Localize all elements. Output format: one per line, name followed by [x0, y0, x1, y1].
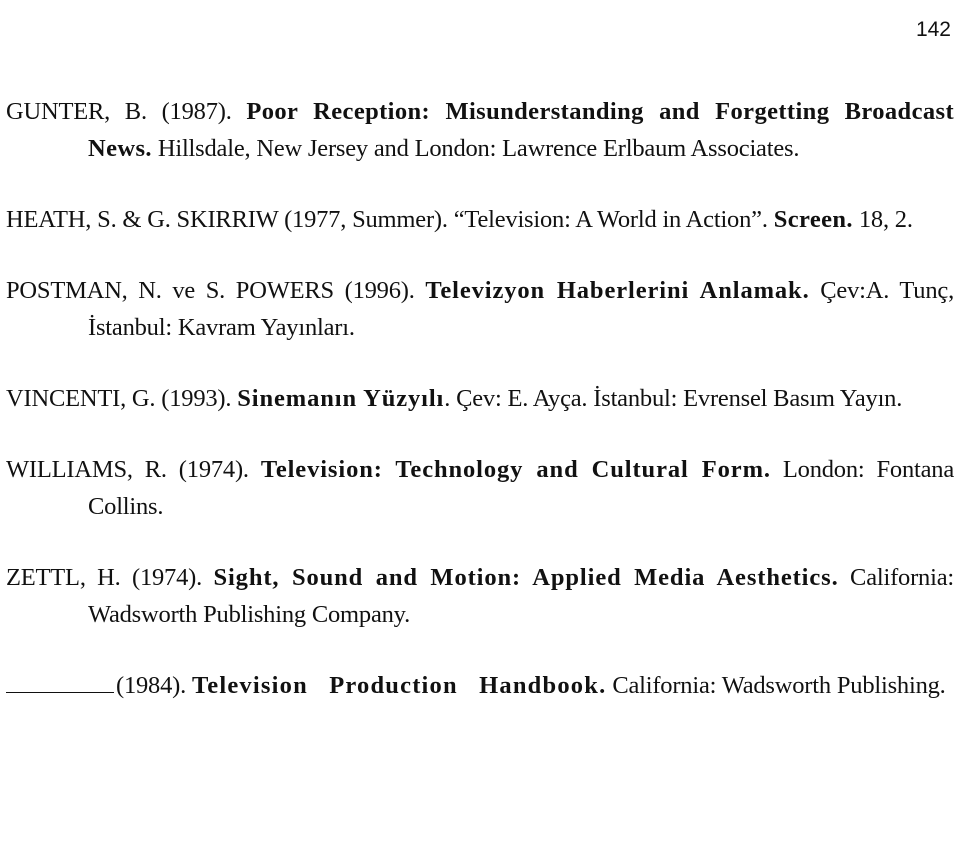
reference-author: ZETTL, H. (1974). [6, 564, 214, 591]
reference-publisher: California: Wadsworth Publishing. [606, 672, 946, 699]
reference-publisher: 18, 2. [852, 206, 913, 233]
page-number: 142 [915, 18, 951, 41]
reference-author: POSTMAN, N. ve S. POWERS (1996). [6, 277, 426, 304]
reference-entry: (1984). Television Production Handbook. … [6, 667, 954, 704]
reference-title: Sight, Sound and Motion: Applied Media A… [213, 564, 839, 591]
reference-title: Televizyon Haberlerini Anlamak. [425, 277, 810, 304]
reference-entry: HEATH, S. & G. SKIRRIW (1977, Summer). “… [6, 201, 954, 238]
reference-title: Television: Technology and Cultural Form… [260, 456, 771, 483]
reference-author: VINCENTI, G. (1993). [6, 385, 238, 412]
reference-title: Television Production Handbook. [191, 672, 607, 699]
reference-entry: POSTMAN, N. ve S. POWERS (1996). Televiz… [6, 272, 954, 346]
reference-title: Screen. [773, 206, 853, 233]
reference-entry: VINCENTI, G. (1993). Sinemanın Yüzyılı. … [6, 380, 954, 417]
ditto-author-rule [6, 691, 114, 693]
reference-list: GUNTER, B. (1987). Poor Reception: Misun… [6, 93, 954, 738]
reference-author: HEATH, S. & G. SKIRRIW (1977, Summer). “… [6, 206, 774, 233]
reference-title: Sinemanın Yüzyılı [237, 385, 445, 412]
reference-author: GUNTER, B. (1987). [6, 98, 247, 125]
reference-author: (1984). [116, 672, 192, 699]
reference-entry: WILLIAMS, R. (1974). Television: Technol… [6, 451, 954, 525]
reference-entry: GUNTER, B. (1987). Poor Reception: Misun… [6, 93, 954, 167]
reference-author: WILLIAMS, R. (1974). [6, 456, 261, 483]
reference-publisher: Hillsdale, New Jersey and London: Lawren… [151, 135, 800, 162]
reference-publisher: . Çev: E. Ayça. İstanbul: Evrensel Basım… [444, 385, 903, 412]
reference-entry: ZETTL, H. (1974). Sight, Sound and Motio… [6, 559, 954, 633]
